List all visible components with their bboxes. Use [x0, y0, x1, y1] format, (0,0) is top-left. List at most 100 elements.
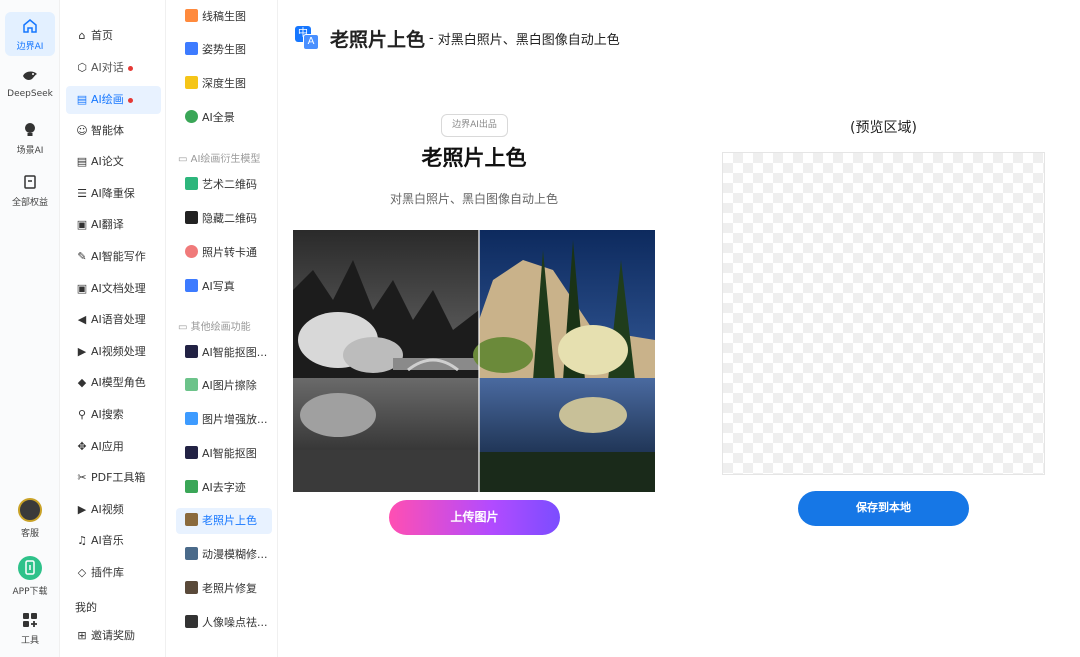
rail-item-scene-ai[interactable]: 场景AI [5, 122, 55, 158]
menu-item-ai-paper[interactable]: ▤ AI论文 [66, 148, 161, 176]
notification-dot [127, 97, 133, 103]
menu-item-ai-translate[interactable]: ▣ AI翻译 [66, 211, 161, 239]
painting-icon: ▤ [76, 93, 88, 106]
cube-icon: ◆ [77, 376, 87, 389]
remove-text-icon [185, 480, 198, 493]
menu-item-home[interactable]: ⌂ 首页 [66, 22, 161, 50]
sub-item-label: AI写真 [202, 280, 235, 293]
menu-item-ai-voice[interactable]: ◀ AI语音处理 [66, 306, 161, 334]
deepseek-whale-icon [21, 68, 39, 86]
pose-icon [185, 42, 198, 55]
menu-item-mine[interactable]: 我的 [75, 599, 97, 615]
heading-label: AI绘画衍生模型 [190, 154, 261, 165]
sub-item-label: AI图片擦除 [202, 379, 257, 392]
list-icon: ☰ [77, 187, 87, 200]
sub-item-hidden-qrcode[interactable]: 隐藏二维码 [176, 206, 272, 232]
menu-item-ai-writing[interactable]: ✎ AI智能写作 [66, 243, 161, 271]
sub-item-pose[interactable]: 姿势生图 [176, 37, 272, 63]
home-icon: ⌂ [78, 29, 86, 42]
rail-item-app-download[interactable]: APP下载 [5, 556, 55, 602]
tools-grid-icon [21, 612, 39, 630]
menu-item-label: 首页 [91, 29, 113, 42]
menu-item-label: AI智能写作 [91, 250, 146, 263]
menu-item-invite[interactable]: ⊞ 邀请奖励 [66, 622, 161, 650]
sub-item-art-qrcode[interactable]: 艺术二维码 [176, 172, 272, 198]
sub-item-label: AI智能抠图 [202, 447, 257, 460]
upload-image-button[interactable]: 上传图片 [389, 500, 560, 535]
upscale-icon [185, 412, 198, 425]
rail-label: APP下载 [12, 587, 48, 597]
rail-label: DeepSeek [7, 89, 53, 99]
menu-item-ai-model-role[interactable]: ◆ AI模型角色 [66, 369, 161, 397]
video-icon: ▶ [77, 345, 87, 358]
menu-item-label: AI翻译 [91, 218, 124, 231]
sub-item-old-photo-colorize[interactable]: 老照片上色 [176, 508, 272, 534]
search-icon: ⚲ [77, 408, 87, 421]
sub-item-photo-to-cartoon[interactable]: 照片转卡通 [176, 240, 272, 266]
rail-label: 场景AI [16, 146, 44, 156]
menu-item-agents[interactable]: ☺ 智能体 [66, 117, 161, 145]
sub-item-ai-cutout-1[interactable]: AI智能抠图... [176, 340, 272, 366]
menu-item-label: 邀请奖励 [91, 629, 135, 642]
title-separator: - [429, 30, 434, 46]
sub-item-label: 姿势生图 [202, 43, 246, 56]
sub-item-lineart[interactable]: 线稿生图 [176, 4, 272, 30]
menu-item-ai-video-process[interactable]: ▶ AI视频处理 [66, 338, 161, 366]
repair-icon [185, 581, 198, 594]
cutout-icon [185, 345, 198, 358]
rail-item-customer-service[interactable]: 客服 [5, 498, 55, 544]
rail-item-deepseek[interactable]: DeepSeek [5, 68, 55, 104]
menu-item-ai-video[interactable]: ▶ AI视频 [66, 496, 161, 524]
rail-item-home[interactable]: 边界AI [5, 12, 55, 56]
menu-item-pdf-toolbox[interactable]: ✂ PDF工具箱 [66, 464, 161, 492]
menu-item-label: AI模型角色 [91, 376, 146, 389]
brand-badge: 边界AI出品 [441, 114, 508, 137]
save-to-local-button[interactable]: 保存到本地 [798, 491, 969, 526]
rail-label: 工具 [20, 636, 39, 646]
feature-description: 对黑白照片、黑白图像自动上色 [389, 192, 558, 206]
chat-icon: ⬡ [77, 61, 87, 74]
rail-label: 全部权益 [11, 198, 48, 208]
menu-item-ai-search[interactable]: ⚲ AI搜索 [66, 401, 161, 429]
menu-item-label: 插件库 [91, 566, 124, 579]
portrait-icon [185, 279, 198, 292]
rail-item-tools[interactable]: 工具 [5, 612, 55, 652]
sub-item-ai-cutout-2[interactable]: AI智能抠图 [176, 441, 272, 467]
sub-item-image-upscale[interactable]: 图片增强放... [176, 407, 272, 433]
sub-heading-derived-models: ▭ AI绘画衍生模型 [178, 154, 261, 165]
menu-item-ai-rewrite[interactable]: ☰ AI降重保 [66, 180, 161, 208]
sub-item-anime-deblur[interactable]: 动漫模糊修... [176, 542, 272, 568]
menu-item-label: AI绘画 [91, 93, 124, 106]
sub-item-remove-text[interactable]: AI去字迹 [176, 475, 272, 501]
menu-item-ai-chat[interactable]: ⬡ AI对话 [66, 54, 161, 82]
menu-item-plugins[interactable]: ◇ 插件库 [66, 559, 161, 587]
rail-label: 边界AI [16, 42, 44, 52]
sub-item-label: 人像噪点祛... [202, 616, 268, 629]
sub-item-panorama[interactable]: AI全景 [176, 105, 272, 131]
main-menu: ⌂ 首页 ⬡ AI对话 ▤ AI绘画 ☺ 智能体 ▤ AI论文 ☰ AI降重保 ▣ AI翻译 … [60, 0, 166, 657]
sub-item-label: AI去字迹 [202, 481, 246, 494]
sub-item-label: 照片转卡通 [202, 246, 257, 259]
menu-item-ai-music[interactable]: ♫ AI音乐 [66, 527, 161, 555]
depth-icon [185, 76, 198, 89]
menu-item-label: AI音乐 [91, 534, 124, 547]
sub-item-image-erase[interactable]: AI图片擦除 [176, 373, 272, 399]
page-title: 老照片上色 [330, 28, 426, 51]
translate-badge-icon: 中 A [292, 24, 320, 52]
home-icon [21, 18, 39, 36]
sub-item-old-photo-repair[interactable]: 老照片修复 [176, 576, 272, 602]
menu-item-ai-apps[interactable]: ✥ AI应用 [66, 433, 161, 461]
anime-icon [185, 547, 198, 560]
rail-item-all-benefits[interactable]: 全部权益 [5, 174, 55, 210]
sub-item-ai-portrait[interactable]: AI写真 [176, 274, 272, 300]
speaker-icon: ◀ [77, 313, 87, 326]
menu-item-ai-painting[interactable]: ▤ AI绘画 [66, 86, 161, 114]
play-icon: ▶ [77, 503, 87, 516]
sub-item-depth[interactable]: 深度生图 [176, 71, 272, 97]
notification-dot [127, 65, 133, 71]
translate-icon: ▣ [76, 218, 88, 231]
sub-menu: 线稿生图 姿势生图 深度生图 AI全景 ▭ AI绘画衍生模型 艺术二维码 隐藏二… [166, 0, 278, 657]
menu-item-ai-docs[interactable]: ▣ AI文档处理 [66, 275, 161, 303]
robot-icon: ☺ [76, 124, 88, 137]
sub-item-portrait-denoise[interactable]: 人像噪点祛... [176, 610, 272, 636]
